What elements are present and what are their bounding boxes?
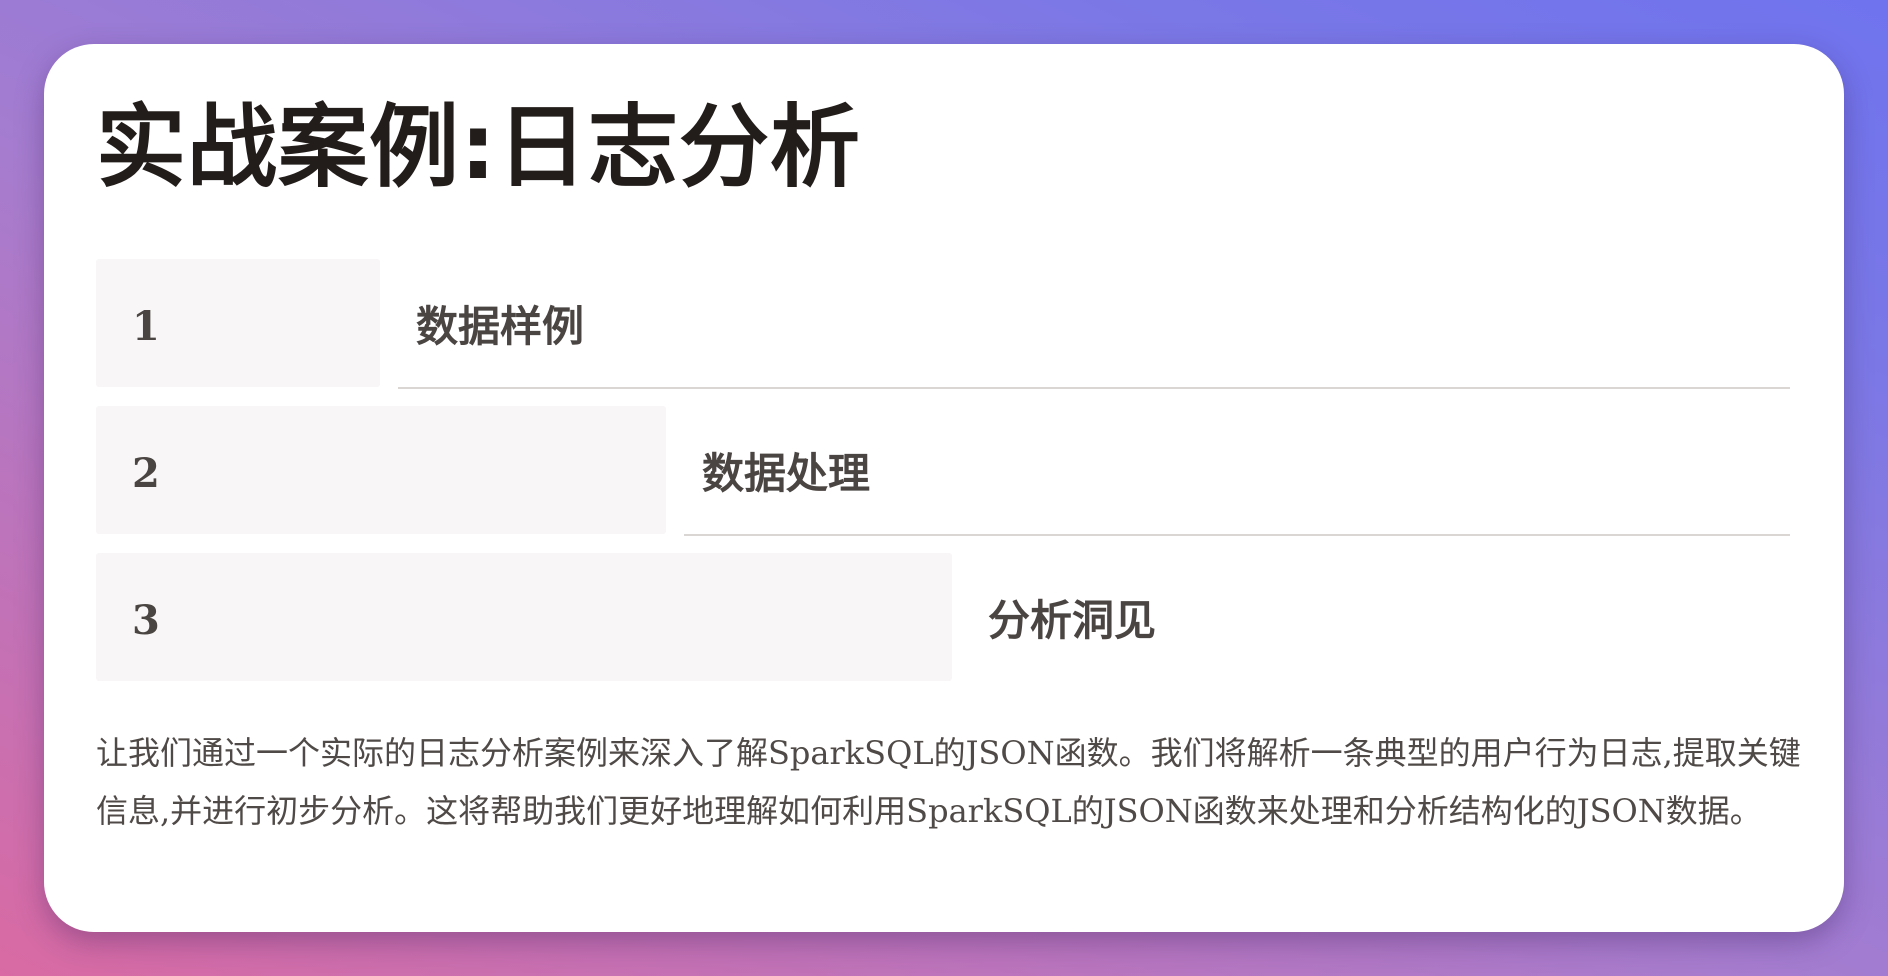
- step-number-box: 3: [96, 553, 952, 681]
- step-label: 数据样例: [416, 302, 585, 351]
- step-item-2: 2 数据处理: [96, 406, 1790, 536]
- step-label: 分析洞见: [988, 596, 1157, 645]
- step-number: 2: [132, 450, 160, 497]
- step-label: 数据处理: [702, 449, 871, 498]
- step-label-container: 数据处理: [684, 406, 1790, 536]
- step-item-1: 1 数据样例: [96, 259, 1790, 389]
- step-label-container: 分析洞见: [970, 553, 1790, 681]
- step-item-3: 3 分析洞见: [96, 553, 1790, 681]
- step-number-box: 1: [96, 259, 380, 387]
- slide-title: 实战案例:日志分析: [96, 95, 861, 200]
- slide-card: 实战案例:日志分析 1 数据样例 2 数据处理 3 分析洞见 让我们通过一个实际…: [44, 44, 1844, 932]
- step-number: 1: [132, 303, 160, 350]
- step-number-box: 2: [96, 406, 666, 534]
- step-number: 3: [132, 597, 160, 644]
- description-paragraph: 让我们通过一个实际的日志分析案例来深入了解SparkSQL的JSON函数。我们将…: [96, 734, 1801, 830]
- step-label-container: 数据样例: [398, 259, 1790, 389]
